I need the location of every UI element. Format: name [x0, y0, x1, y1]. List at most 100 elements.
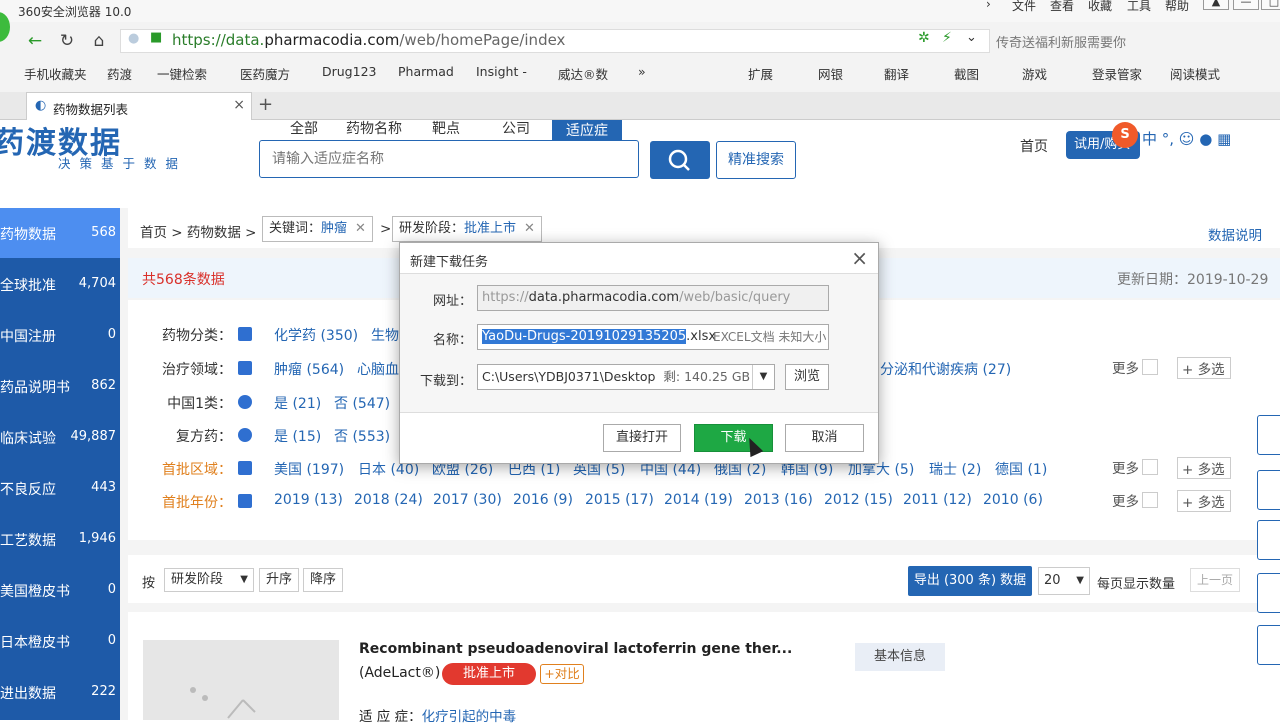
sidebar-item-us-orange-book[interactable]: 美国橙皮书 0	[0, 565, 120, 615]
browse-button[interactable]: 浏览	[785, 364, 829, 390]
ext-expand[interactable]: 扩展	[748, 64, 773, 83]
sidebar-item-clinical-trials[interactable]: 临床试验 49,887	[0, 412, 120, 462]
sidebar-item-china-registration[interactable]: 中国注册 0	[0, 310, 120, 360]
search-tab-all[interactable]: 全部	[290, 118, 318, 138]
chevron-down-icon[interactable]	[1142, 492, 1158, 508]
filter-option[interactable]: 2018 (24)	[354, 492, 423, 508]
ime-toolbar[interactable]: 中 °, ☺ ● ▦	[1142, 128, 1231, 149]
menu-view[interactable]: 查看	[1050, 0, 1074, 14]
pin-icon[interactable]: ▲	[1203, 0, 1229, 10]
menu-chevron-icon[interactable]: ›	[986, 0, 991, 11]
bar-chart-icon[interactable]	[238, 494, 252, 508]
filter-option[interactable]: 化学药 (350)	[274, 325, 358, 345]
search-tab-drug-name[interactable]: 药物名称	[346, 118, 402, 138]
menu-tools[interactable]: 工具	[1127, 0, 1151, 14]
more-button[interactable]: 更多	[1112, 490, 1139, 510]
filter-option[interactable]: 2010 (6)	[983, 492, 1043, 508]
export-button[interactable]: 导出 (300 条) 数据	[908, 566, 1032, 596]
filter-option[interactable]: 2013 (16)	[744, 492, 813, 508]
pie-chart-icon[interactable]	[238, 395, 252, 409]
sidebar-item-jp-orange-book[interactable]: 日本橙皮书 0	[0, 616, 120, 666]
basic-info-tab[interactable]: 基本信息	[855, 643, 945, 671]
multi-select-button[interactable]: + 多选	[1177, 457, 1231, 479]
breadcrumb[interactable]: 首页 > 药物数据 >	[140, 221, 257, 241]
filter-option[interactable]: 2014 (19)	[664, 492, 733, 508]
filter-option[interactable]: 2015 (17)	[585, 492, 654, 508]
compare-float-icon[interactable]	[1257, 415, 1280, 455]
filter-option[interactable]: 2012 (15)	[824, 492, 893, 508]
filter-option[interactable]: 德国 (1)	[995, 459, 1047, 479]
tab-drug-list[interactable]: ◐ 药物数据列表 ×	[26, 92, 252, 120]
home-link[interactable]: 首页	[1020, 136, 1048, 156]
ext-login-manager[interactable]: 登录管家	[1092, 64, 1142, 83]
bookmark-yaodu[interactable]: 药渡	[107, 64, 132, 83]
close-icon[interactable]: ✕	[524, 221, 535, 236]
menu-file[interactable]: 文件	[1012, 0, 1036, 14]
bookmark-insight[interactable]: Insight -	[476, 64, 527, 79]
service-float-icon[interactable]	[1257, 573, 1280, 613]
indication-value[interactable]: 化疗引起的中毒	[422, 709, 517, 725]
multi-select-button[interactable]: + 多选	[1177, 490, 1231, 512]
dropdown-arrow-icon[interactable]: ▼	[752, 365, 774, 389]
more-button[interactable]: 更多	[1112, 357, 1139, 377]
filter-option[interactable]: 2017 (30)	[433, 492, 502, 508]
phone-float-icon[interactable]	[1257, 520, 1280, 560]
filter-chip-keyword[interactable]: 关键词：肿瘤 ✕	[262, 216, 373, 242]
speed-mode-icon[interactable]: ⚡	[942, 30, 952, 46]
ext-bank[interactable]: 网银	[818, 64, 843, 83]
url-text[interactable]: https://data.pharmacodia.com/web/homePag…	[172, 31, 565, 49]
url-dropdown-icon[interactable]: ⌄	[966, 30, 977, 45]
sidebar-item-import-export[interactable]: 进出数据 222	[0, 667, 120, 717]
bar-chart-icon[interactable]	[238, 361, 252, 375]
sidebar-item-global-approval[interactable]: 全球批准 4,704	[0, 259, 120, 309]
close-icon[interactable]: ✕	[355, 221, 366, 236]
bookmarks-overflow-icon[interactable]: »	[638, 64, 646, 79]
back-icon[interactable]: ←	[24, 30, 46, 52]
prev-page-button[interactable]: 上一页	[1190, 568, 1240, 592]
filter-option[interactable]: 是 (15)	[274, 426, 321, 446]
compare-button[interactable]: +对比	[540, 664, 584, 684]
cancel-button[interactable]: 取消	[785, 424, 864, 452]
filter-option[interactable]: 分泌和代谢疾病 (27)	[880, 359, 1011, 379]
ime-logo-icon[interactable]: S	[1112, 122, 1138, 148]
search-input[interactable]	[259, 140, 639, 178]
more-button[interactable]: 更多	[1112, 457, 1139, 477]
sidebar-item-process-data[interactable]: 工艺数据 1,946	[0, 514, 120, 564]
filter-option[interactable]: 2019 (13)	[274, 492, 343, 508]
filter-option[interactable]: 2011 (12)	[903, 492, 972, 508]
chevron-down-icon[interactable]	[1142, 359, 1158, 375]
back-to-top-icon[interactable]	[1257, 625, 1280, 665]
filter-option[interactable]: 是 (21)	[274, 393, 321, 413]
feedback-float-icon[interactable]	[1257, 470, 1280, 510]
filter-option[interactable]: 2016 (9)	[513, 492, 573, 508]
bookmark-pharmad[interactable]: Pharmad	[398, 64, 454, 79]
ext-games[interactable]: 游戏	[1022, 64, 1047, 83]
bar-chart-icon[interactable]	[238, 327, 252, 341]
bookmark-drug123[interactable]: Drug123	[322, 64, 376, 79]
search-box-hint[interactable]: 传奇送福利新服需要你	[996, 32, 1126, 51]
search-tab-company[interactable]: 公司	[502, 118, 530, 138]
filter-option[interactable]: 瑞士 (2)	[929, 459, 981, 479]
page-size-select[interactable]: 20 ▼	[1038, 567, 1090, 595]
search-button[interactable]	[650, 141, 710, 179]
sidebar-item-drug-labels[interactable]: 药品说明书 862	[0, 361, 120, 411]
advanced-search-button[interactable]: 精准搜索	[716, 141, 796, 179]
menu-favorites[interactable]: 收藏	[1088, 0, 1112, 14]
save-path-select[interactable]: C:\Users\YDBJ0371\Desktop 剩: 140.25 GB ▼	[477, 364, 775, 390]
menu-help[interactable]: 帮助	[1165, 0, 1189, 14]
search-tab-target[interactable]: 靶点	[432, 118, 460, 138]
search-tab-indication[interactable]: 适应症	[552, 120, 622, 140]
bar-chart-icon[interactable]	[238, 461, 252, 475]
filter-option[interactable]: 生物	[371, 325, 399, 345]
ext-translate[interactable]: 翻译	[884, 64, 909, 83]
bookmark-search[interactable]: 一键检索	[157, 64, 207, 83]
new-tab-icon[interactable]: +	[258, 94, 273, 115]
bookmark-medcube[interactable]: 医药魔方	[240, 64, 290, 83]
ext-reading-mode[interactable]: 阅读模式	[1170, 64, 1220, 83]
filter-option[interactable]: 否 (547)	[334, 393, 390, 413]
sort-asc-button[interactable]: 升序	[259, 568, 300, 592]
filter-option[interactable]: 否 (553)	[334, 426, 390, 446]
minimize-icon[interactable]: —	[1233, 0, 1259, 10]
ext-screenshot[interactable]: 截图	[954, 64, 979, 83]
open-direct-button[interactable]: 直接打开	[603, 424, 681, 452]
